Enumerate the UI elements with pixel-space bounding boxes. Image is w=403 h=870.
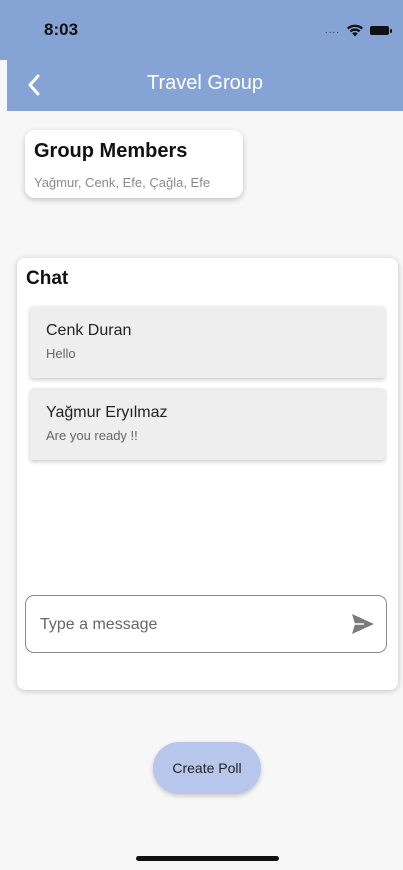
status-icons: ....: [324, 24, 392, 37]
group-members-title: Group Members: [34, 140, 188, 162]
cellular-signal-icon: ....: [324, 25, 340, 36]
chat-message: Cenk Duran Hello: [30, 306, 385, 378]
wifi-icon: [347, 24, 363, 37]
status-bar: 8:03 ....: [0, 0, 403, 60]
group-members-card: Group Members Yağmur, Cenk, Efe, Çağla, …: [25, 130, 243, 198]
group-members-list: Yağmur, Cenk, Efe, Çağla, Efe: [34, 175, 211, 190]
app-bar: Travel Group: [7, 60, 403, 111]
create-poll-button[interactable]: Create Poll: [153, 742, 261, 794]
message-input[interactable]: [38, 604, 342, 646]
message-text: Hello: [46, 346, 76, 361]
page-title: Travel Group: [147, 72, 263, 94]
message-text: Are you ready !!: [46, 428, 138, 443]
chat-message: Yağmur Eryılmaz Are you ready !!: [30, 388, 385, 460]
send-icon[interactable]: [350, 612, 376, 636]
message-input-container: [25, 595, 387, 653]
home-indicator: [136, 856, 279, 861]
message-sender: Yağmur Eryılmaz: [46, 404, 168, 421]
battery-icon: [370, 26, 392, 35]
status-time: 8:03: [44, 20, 79, 39]
chat-title: Chat: [26, 268, 69, 289]
chat-card: Chat Cenk Duran Hello Yağmur Eryılmaz Ar…: [17, 258, 398, 690]
message-sender: Cenk Duran: [46, 322, 132, 339]
